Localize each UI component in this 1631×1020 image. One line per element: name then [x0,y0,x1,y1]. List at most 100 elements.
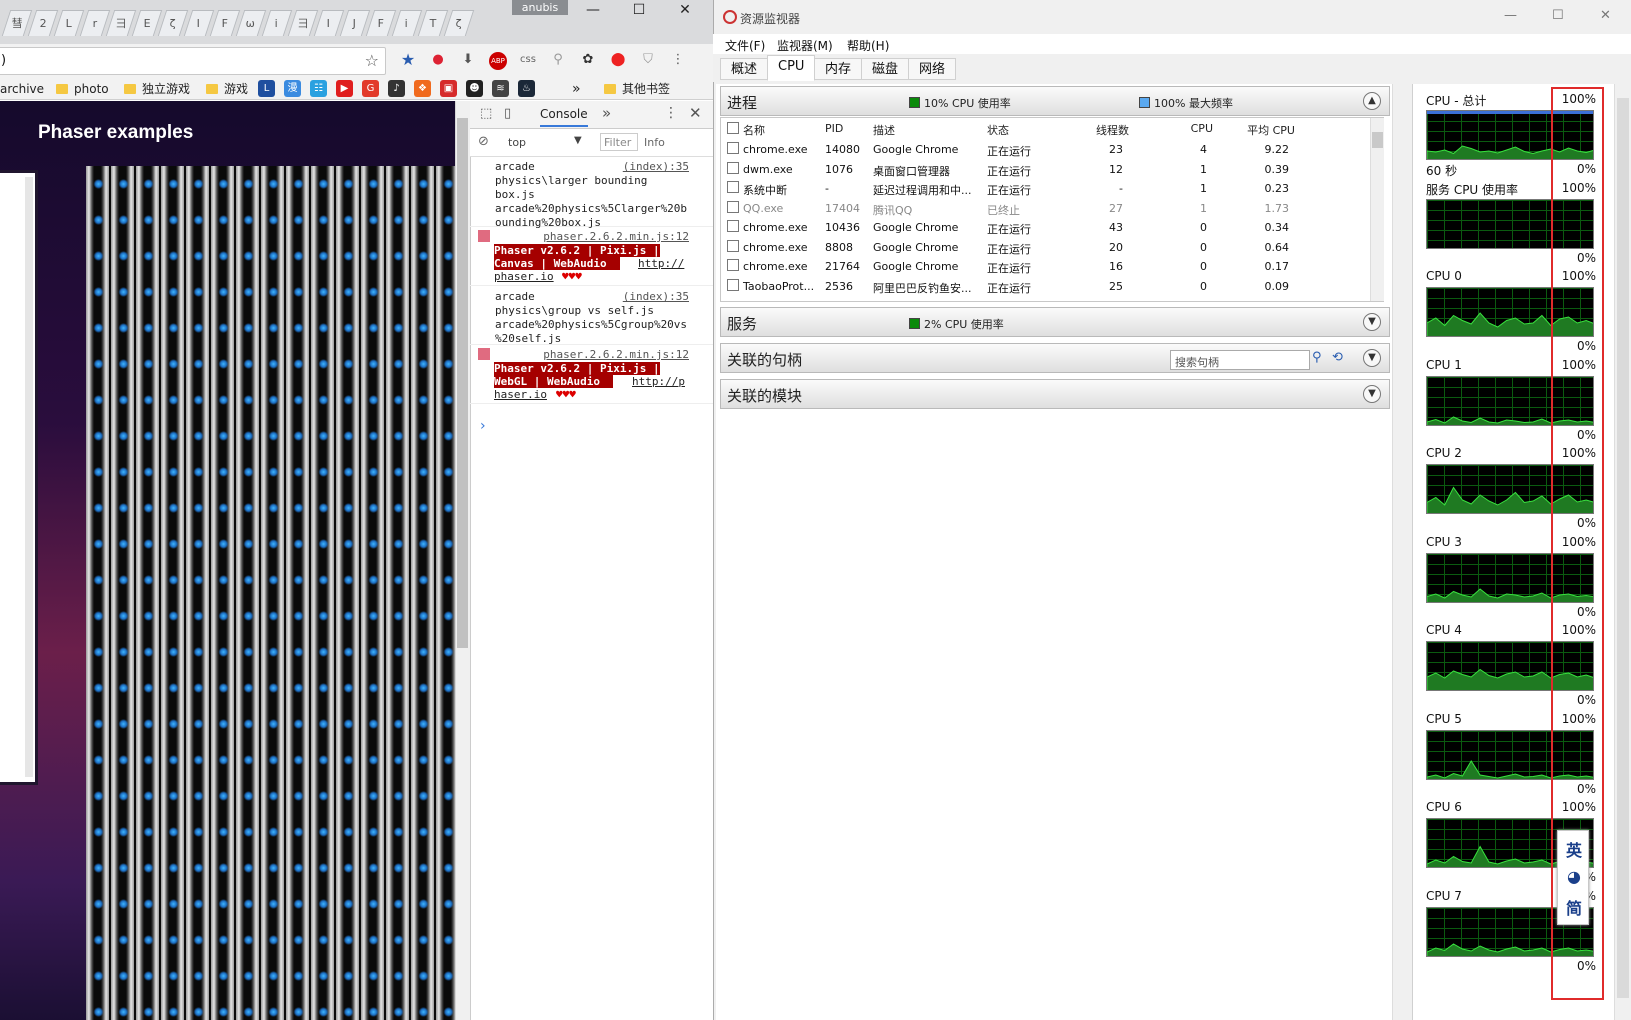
page-scrollbar-thumb[interactable] [457,118,468,648]
adblock-icon[interactable]: ABP [489,52,507,70]
handle-search-input[interactable]: 搜索句柄 [1170,350,1310,370]
profile-button[interactable]: anubis [512,0,568,15]
shield-red-icon[interactable]: ⬤ [608,50,628,70]
tab-overview[interactable]: 概述 [720,58,769,80]
close-button[interactable]: ✕ [662,0,708,20]
row-checkbox[interactable] [727,259,739,271]
example-list-item[interactable]: d.js [0,353,21,370]
chevron-down-icon[interactable]: ▼ [574,135,582,146]
example-list-item[interactable]: js [0,441,9,458]
modules-section-header[interactable]: 关联的模块 ▼ [720,379,1390,409]
log-link[interactable]: http://p [632,375,685,388]
table-row[interactable]: chrome.exe 8808 Google Chrome 正在运行 20 0 0.64 [721,237,1381,257]
menu-file[interactable]: 文件(F) [725,37,765,54]
maximize-button[interactable]: ☐ [616,0,662,20]
bookmark-orange-icon[interactable]: ❖ [414,80,431,97]
example-list-item[interactable]: s [0,425,6,442]
column-header-status[interactable]: 状态 [987,122,1009,138]
scrollbar-thumb[interactable] [1372,132,1383,148]
clear-console-icon[interactable]: ⊘ [478,134,489,149]
example-list-item[interactable]: ent [0,216,19,233]
tab-network[interactable]: 网络 [908,58,957,80]
table-row[interactable]: QQ.exe 17404 腾讯QQ 已终止 27 1 1.73 [721,198,1381,218]
shield-icon[interactable]: ⛉ [638,50,658,70]
rm-minimize-button[interactable]: — [1504,8,1517,23]
rm-maximize-button[interactable]: ☐ [1552,8,1564,23]
example-list-item[interactable]: fos [0,648,18,665]
menu-monitor[interactable]: 监视器(M) [777,37,833,54]
refresh-icon[interactable]: ⟲ [1332,350,1343,365]
console-prompt[interactable]: › [480,418,486,434]
bookmark-stack-icon[interactable]: ≋ [492,80,509,97]
services-section-header[interactable]: 服务 2% CPU 使用率 ▼ [720,307,1390,337]
process-table-scrollbar[interactable] [1370,118,1384,301]
table-row[interactable]: chrome.exe 21764 Google Chrome 正在运行 16 0 0.17 [721,256,1381,276]
log-link[interactable]: haser.io [494,388,547,401]
devtools-menu-icon[interactable]: ⋮ [664,105,678,121]
log-source-link[interactable]: (index):35 [623,290,689,303]
table-row[interactable]: 系统中断 - 延迟过程调用和中... 正在运行 - 1 0.23 [721,178,1381,198]
more-tabs-icon[interactable]: » [602,104,611,122]
details-scrollbar[interactable] [1392,84,1408,1020]
bookmarks-overflow-icon[interactable]: » [572,80,581,98]
row-checkbox[interactable] [727,278,739,291]
select-all-checkbox[interactable] [727,122,739,134]
example-list-item[interactable]: js [0,336,9,353]
row-checkbox[interactable] [727,181,739,193]
column-header-cpu[interactable]: CPU [1191,122,1213,135]
ime-simplified-toggle[interactable]: 简 [1564,895,1584,919]
row-checkbox[interactable] [727,239,739,252]
extension-icon[interactable]: ✿ [578,50,598,70]
bookmark-archive[interactable]: archive [0,80,44,98]
chevron-up-icon[interactable]: ▲ [1363,92,1381,110]
bookmark-youtube-icon[interactable]: ▶ [336,80,353,97]
log-source-link[interactable]: phaser.2.6.2.min.js:12 [543,230,689,243]
bookmark-red-icon[interactable]: ▣ [440,80,457,97]
chevron-down-icon[interactable]: ▼ [1363,313,1381,331]
column-header-threads[interactable]: 线程数 [1096,122,1129,138]
column-header-name[interactable]: 名称 [743,122,765,138]
css-extension-icon[interactable]: css [518,50,538,70]
tab-memory[interactable]: 内存 [814,58,863,80]
bookmark-favicon-blue-icon[interactable]: 漫 [284,80,301,97]
row-checkbox[interactable] [727,142,739,154]
bookmark-g-icon[interactable]: G [362,80,379,97]
chevron-down-icon[interactable]: ▼ [1363,349,1381,367]
bookmark-bilibili-icon[interactable]: ☷ [310,80,327,97]
bookmark-other[interactable]: 其他书签 [604,80,670,98]
chrome-menu-icon[interactable]: ⋮ [668,50,688,70]
tab-cpu[interactable]: CPU [767,55,816,81]
graph-panel-scrollbar[interactable] [1614,84,1631,1020]
link-extension-icon[interactable]: ⚲ [548,50,568,70]
log-source-link[interactable]: (index):35 [623,160,689,173]
example-list-item[interactable]: oup [0,200,23,217]
row-checkbox[interactable] [727,200,739,213]
log-source-link[interactable]: phaser.2.6.2.min.js:12 [543,348,689,361]
game-canvas[interactable] [86,166,455,1020]
table-row[interactable]: TaobaoProt... 2536 阿里巴巴反钓鱼安... 正在运行 25 0 0.09 [721,276,1381,296]
devtools-close-icon[interactable]: ✕ [689,104,702,122]
table-row[interactable]: chrome.exe 10436 Google Chrome 正在运行 43 0 0.34 [721,217,1381,237]
bookmark-star-icon[interactable]: ☆ [365,51,379,70]
rm-close-button[interactable]: ✕ [1600,8,1611,23]
table-row[interactable]: chrome.exe 14080 Google Chrome 正在运行 23 4 9.22 [721,139,1381,159]
scrollbar-thumb[interactable] [1617,98,1629,998]
context-selector[interactable]: top [508,136,526,149]
tab-disk[interactable]: 磁盘 [861,58,910,80]
example-list-item[interactable]: js [0,545,9,562]
bookmark-manager-icon[interactable]: ★ [398,50,418,70]
bookmark-games[interactable]: 游戏 [206,80,248,98]
bookmark-steam-icon[interactable]: ♨ [518,80,535,97]
log-link[interactable]: phaser.io [494,270,554,283]
bookmark-music-icon[interactable]: ♪ [388,80,405,97]
ime-moon-icon[interactable]: ◕ [1564,867,1584,891]
tab-console[interactable]: Console [540,107,588,127]
search-icon[interactable]: ⚲ [1312,350,1322,365]
address-bar[interactable]: ) ☆ [0,47,386,75]
ime-english-toggle[interactable]: 英 [1564,837,1584,861]
example-list-item[interactable]: l.js [0,732,16,749]
chevron-down-icon[interactable]: ▼ [1363,385,1381,403]
log-link[interactable]: http:// [638,257,684,270]
bookmark-photo[interactable]: photo [56,80,109,98]
device-toolbar-icon[interactable]: ▯ [504,106,511,121]
